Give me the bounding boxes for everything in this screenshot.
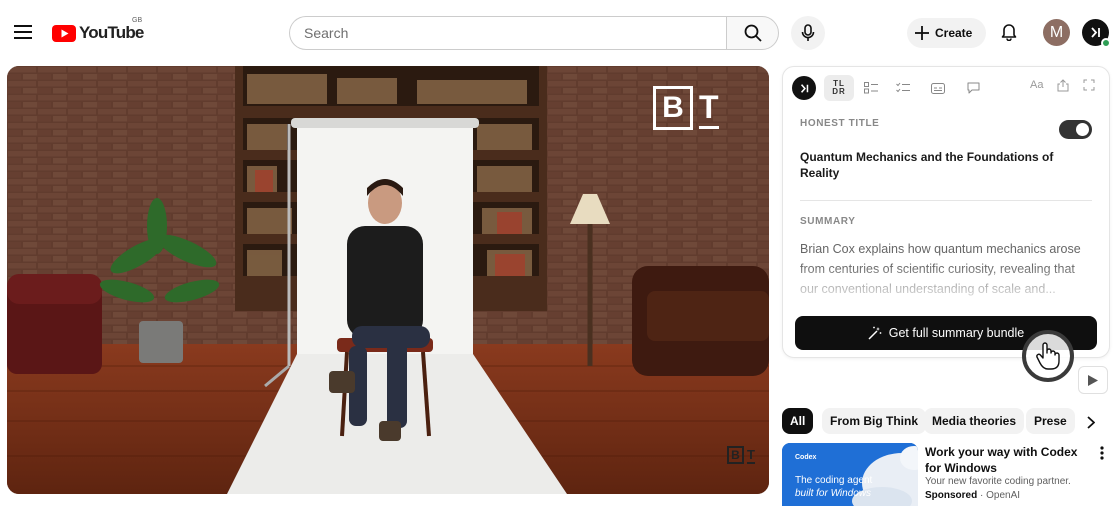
- hand-cursor-icon: [1022, 330, 1074, 382]
- chapters-tab[interactable]: [856, 75, 886, 101]
- sponsored-title[interactable]: Work your way with Codex for Windows: [925, 444, 1085, 476]
- list-icon: [864, 82, 878, 94]
- play-button[interactable]: [1078, 366, 1108, 394]
- status-dot: [1101, 38, 1111, 48]
- honest-title-label: HONEST TITLE: [800, 118, 880, 129]
- chips-next-button[interactable]: [1080, 410, 1102, 434]
- watermark-b: B: [653, 86, 693, 130]
- menu-icon[interactable]: [10, 19, 36, 45]
- avatar[interactable]: M: [1043, 19, 1070, 46]
- create-button[interactable]: Create: [907, 18, 986, 48]
- youtube-play-icon: [52, 24, 76, 42]
- font-size-button[interactable]: Aa: [1030, 79, 1043, 91]
- bundle-button-label: Get full summary bundle: [888, 326, 1025, 340]
- chip-presets[interactable]: Prese: [1026, 408, 1075, 434]
- sponsored-description: Your new favorite coding partner.: [925, 476, 1071, 487]
- panel-toolbar: TL DR Aa: [783, 67, 1109, 111]
- video-player[interactable]: B T B T: [7, 66, 769, 494]
- checklist-tab[interactable]: [888, 75, 918, 101]
- checklist-icon: [896, 82, 910, 93]
- voice-search-button[interactable]: [791, 16, 825, 50]
- channel-branding-button[interactable]: B T: [727, 446, 755, 464]
- chat-tab[interactable]: [958, 75, 988, 101]
- notifications-button[interactable]: [996, 19, 1022, 45]
- chip-from-big-think[interactable]: From Big Think: [822, 408, 926, 434]
- share-icon[interactable]: [1057, 79, 1069, 95]
- search-input[interactable]: [290, 17, 727, 49]
- youtube-logo[interactable]: YouTube GB: [52, 17, 144, 46]
- sponsored-thumbnail[interactable]: Codex The coding agent built for Windows: [782, 443, 918, 506]
- video-frame: [7, 66, 769, 494]
- chip-all[interactable]: All: [782, 408, 814, 434]
- chip-media-theories[interactable]: Media theories: [924, 408, 1025, 434]
- more-options-icon[interactable]: [1094, 444, 1110, 462]
- summary-fade: [783, 265, 1109, 305]
- search-button[interactable]: [726, 16, 779, 50]
- summary-label: SUMMARY: [800, 216, 856, 227]
- sponsor-brand: Codex: [795, 454, 817, 461]
- search-box: [289, 16, 727, 50]
- magic-wand-icon: [868, 326, 882, 340]
- logo-wordmark: YouTube: [79, 23, 144, 42]
- channel-watermark: B T: [653, 86, 719, 130]
- summary-panel: TL DR Aa HONEST TITLE Quantum Mechanics a…: [782, 66, 1110, 358]
- chat-icon: [967, 82, 979, 94]
- tldr-tab[interactable]: TL DR: [824, 75, 854, 101]
- expand-icon[interactable]: [1083, 79, 1095, 94]
- extension-logo-icon: [1091, 27, 1100, 38]
- section-divider: [800, 200, 1092, 201]
- sponsor-tagline-1: The coding agent: [795, 475, 873, 486]
- captions-icon: [931, 82, 945, 94]
- honest-title-toggle[interactable]: [1059, 120, 1092, 139]
- filter-chips: All From Big Think Media theories Prese: [782, 408, 1102, 436]
- branding-t: T: [747, 446, 755, 464]
- play-icon: [1088, 374, 1098, 386]
- country-code: GB: [132, 17, 143, 24]
- plus-icon: [915, 26, 929, 40]
- bell-icon: [1001, 24, 1017, 41]
- extension-button[interactable]: [1082, 19, 1111, 48]
- panel-logo-icon[interactable]: [792, 76, 816, 100]
- masthead: YouTube GB Create M: [0, 0, 1118, 64]
- captions-tab[interactable]: [923, 75, 953, 101]
- chevron-right-icon: [1087, 415, 1095, 429]
- branding-b: B: [727, 446, 744, 464]
- sponsored-label: Sponsored: [925, 490, 978, 501]
- meta-separator: ·: [977, 490, 987, 501]
- honest-title-text: Quantum Mechanics and the Foundations of…: [800, 150, 1054, 180]
- advertiser-name: OpenAI: [986, 490, 1021, 501]
- sponsor-tagline-2: built for Windows: [795, 488, 872, 499]
- create-label: Create: [935, 26, 973, 40]
- tldr-bottom: DR: [832, 87, 846, 96]
- watermark-t: T: [699, 88, 719, 129]
- sponsored-meta: Sponsored · OpenAI: [925, 490, 1020, 501]
- microphone-icon: [801, 24, 815, 41]
- search-icon: [744, 24, 762, 42]
